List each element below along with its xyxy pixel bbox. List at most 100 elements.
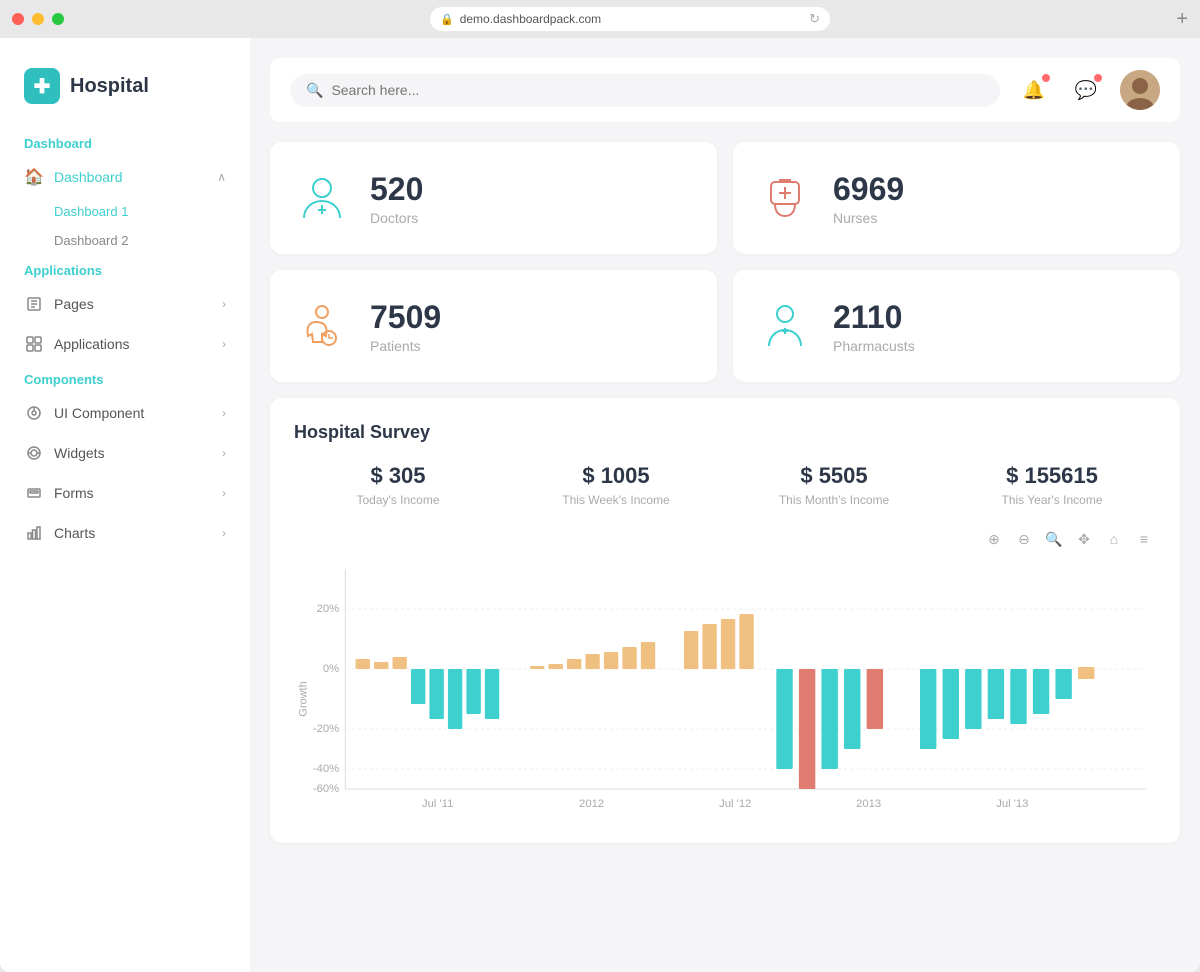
notification-badge xyxy=(1042,74,1050,82)
sidebar-item-applications[interactable]: Applications › xyxy=(0,324,250,364)
patients-label: Patients xyxy=(370,338,441,354)
url-text: demo.dashboardpack.com xyxy=(460,12,601,26)
applications-label: Applications xyxy=(54,336,130,352)
stat-card-pharmacusts: 2110 Pharmacusts xyxy=(733,270,1180,382)
svg-text:Jul '13: Jul '13 xyxy=(996,798,1028,810)
main-panel: 🔍 🔔 💬 xyxy=(250,38,1200,972)
zoom-out-btn[interactable]: ⊖ xyxy=(1012,527,1036,551)
sidebar-subitem-dashboard1[interactable]: Dashboard 1 xyxy=(0,197,250,226)
browser-titlebar: 🔒 demo.dashboardpack.com ↻ + xyxy=(0,0,1200,38)
zoom-reset-btn[interactable]: 🔍 xyxy=(1042,527,1066,551)
doctors-value: 520 xyxy=(370,171,423,208)
search-input[interactable] xyxy=(331,82,984,98)
header-bar: 🔍 🔔 💬 xyxy=(270,58,1180,122)
logo-area: ✚ Hospital xyxy=(0,58,250,128)
reload-icon[interactable]: ↻ xyxy=(809,11,820,27)
sidebar-item-ui[interactable]: UI Component › xyxy=(0,393,250,433)
chevron-right-icon5: › xyxy=(222,486,226,500)
sidebar-item-charts[interactable]: Charts › xyxy=(0,513,250,553)
patient-icon xyxy=(294,298,350,354)
home-btn[interactable]: ⌂ xyxy=(1102,527,1126,551)
sidebar-item-forms[interactable]: Forms › xyxy=(0,473,250,513)
nurses-label: Nurses xyxy=(833,210,904,226)
income-today-label: Today's Income xyxy=(294,493,502,507)
patients-info: 7509 Patients xyxy=(370,299,441,354)
sidebar-subitem-dashboard2[interactable]: Dashboard 2 xyxy=(0,226,250,255)
survey-title: Hospital Survey xyxy=(294,422,1156,443)
income-week-label: This Week's Income xyxy=(512,493,720,507)
doctors-label: Doctors xyxy=(370,210,423,226)
close-button[interactable] xyxy=(12,13,24,25)
zoom-in-btn[interactable]: ⊕ xyxy=(982,527,1006,551)
chevron-right-icon6: › xyxy=(222,526,226,540)
income-today-value: $ 305 xyxy=(294,463,502,489)
svg-text:-40%: -40% xyxy=(313,763,339,775)
search-icon: 🔍 xyxy=(306,82,323,99)
nurses-value: 6969 xyxy=(833,171,904,208)
chevron-right-icon3: › xyxy=(222,406,226,420)
income-year-label: This Year's Income xyxy=(948,493,1156,507)
pages-label: Pages xyxy=(54,296,94,312)
income-week-value: $ 1005 xyxy=(512,463,720,489)
pharmacusts-info: 2110 Pharmacusts xyxy=(833,299,915,354)
header-icons: 🔔 💬 xyxy=(1016,70,1160,110)
section-applications-label: Applications xyxy=(0,255,250,284)
sidebar: ✚ Hospital Dashboard 🏠 Dashboard ∧ Dashb… xyxy=(0,38,250,972)
minimize-button[interactable] xyxy=(32,13,44,25)
logo-icon: ✚ xyxy=(24,68,60,104)
chart-controls: ⊕ ⊖ 🔍 ✥ ⌂ ≡ xyxy=(294,527,1156,551)
ui-icon xyxy=(24,403,44,423)
applications-icon xyxy=(24,334,44,354)
svg-text:Jul '12: Jul '12 xyxy=(719,798,751,810)
sidebar-item-pages[interactable]: Pages › xyxy=(0,284,250,324)
sidebar-item-widgets[interactable]: Widgets › xyxy=(0,433,250,473)
charts-label: Charts xyxy=(54,525,95,541)
income-today: $ 305 Today's Income xyxy=(294,463,502,507)
forms-icon xyxy=(24,483,44,503)
nurse-icon xyxy=(757,170,813,226)
ui-label: UI Component xyxy=(54,405,144,421)
sidebar-item-dashboard[interactable]: 🏠 Dashboard ∧ xyxy=(0,157,250,197)
stats-grid: 520 Doctors xyxy=(270,142,1180,382)
pharmacust-icon xyxy=(757,298,813,354)
doctors-info: 520 Doctors xyxy=(370,171,423,226)
income-year: $ 155615 This Year's Income xyxy=(948,463,1156,507)
stat-card-patients: 7509 Patients xyxy=(270,270,717,382)
svg-text:2012: 2012 xyxy=(579,798,604,810)
chevron-up-icon: ∧ xyxy=(217,170,226,184)
menu-btn[interactable]: ≡ xyxy=(1132,527,1156,551)
svg-text:-60%: -60% xyxy=(313,783,339,795)
income-grid: $ 305 Today's Income $ 1005 This Week's … xyxy=(294,463,1156,507)
widgets-label: Widgets xyxy=(54,445,105,461)
new-tab-button[interactable]: + xyxy=(1176,8,1188,31)
stat-card-doctors: 520 Doctors xyxy=(270,142,717,254)
income-month-label: This Month's Income xyxy=(730,493,938,507)
charts-icon xyxy=(24,523,44,543)
sidebar-dashboard-label: Dashboard xyxy=(54,169,123,185)
search-bar[interactable]: 🔍 xyxy=(290,74,1000,107)
widgets-icon xyxy=(24,443,44,463)
svg-text:2013: 2013 xyxy=(856,798,881,810)
patients-value: 7509 xyxy=(370,299,441,336)
svg-text:20%: 20% xyxy=(317,603,340,615)
message-button[interactable]: 💬 xyxy=(1068,72,1104,108)
message-badge xyxy=(1094,74,1102,82)
app-content: ✚ Hospital Dashboard 🏠 Dashboard ∧ Dashb… xyxy=(0,38,1200,972)
address-bar[interactable]: 🔒 demo.dashboardpack.com ↻ xyxy=(430,7,830,31)
pharmacusts-value: 2110 xyxy=(833,299,915,336)
chevron-right-icon2: › xyxy=(222,337,226,351)
maximize-button[interactable] xyxy=(52,13,64,25)
section-dashboard-label: Dashboard xyxy=(0,128,250,157)
bell-icon: 🔔 xyxy=(1023,80,1045,101)
user-avatar[interactable] xyxy=(1120,70,1160,110)
income-month: $ 5505 This Month's Income xyxy=(730,463,938,507)
notification-button[interactable]: 🔔 xyxy=(1016,72,1052,108)
pan-btn[interactable]: ✥ xyxy=(1072,527,1096,551)
lock-icon: 🔒 xyxy=(440,13,454,26)
message-icon: 💬 xyxy=(1075,80,1097,101)
pharmacusts-label: Pharmacusts xyxy=(833,338,915,354)
pages-icon xyxy=(24,294,44,314)
svg-text:Jul '11: Jul '11 xyxy=(422,798,453,810)
chart-svg: 20% 0% -20% -40% -60% Growth xyxy=(294,559,1156,819)
chevron-right-icon4: › xyxy=(222,446,226,460)
